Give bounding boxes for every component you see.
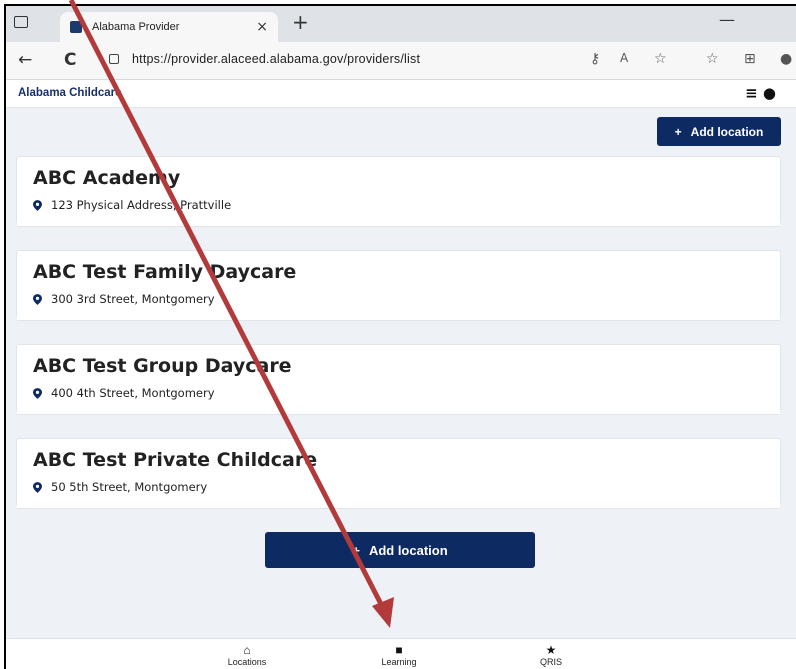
nav-label: QRIS — [539, 657, 562, 667]
back-button[interactable]: ← — [18, 50, 32, 70]
location-address: 400 4th Street, Montgomery — [33, 386, 215, 400]
location-name: ABC Test Group Daycare — [33, 355, 292, 377]
key-icon[interactable]: ⚷ — [590, 51, 600, 67]
read-aloud-icon[interactable]: A — [620, 51, 628, 65]
favicon-icon — [70, 21, 82, 33]
address-text: 400 4th Street, Montgomery — [51, 386, 215, 400]
location-card[interactable]: ABC Test Private Childcare 50 5th Street… — [16, 438, 781, 509]
nav-label: Learning — [381, 657, 417, 667]
reload-button[interactable]: C — [64, 50, 76, 70]
location-name: ABC Test Private Childcare — [33, 449, 318, 471]
home-icon: ⌂ — [243, 643, 251, 657]
tab-title: Alabama Provider — [92, 21, 180, 33]
bottom-nav: ⌂ Locations ■ Learning ★ QRIS — [6, 638, 796, 669]
nav-label: Locations — [227, 657, 267, 667]
add-location-label: Add location — [690, 124, 764, 139]
add-location-button-bottom[interactable]: + Add location — [265, 532, 535, 568]
address-text: 300 3rd Street, Montgomery — [51, 292, 215, 306]
new-tab-button[interactable]: + — [292, 10, 309, 34]
location-card[interactable]: ABC Test Family Daycare 300 3rd Street, … — [16, 250, 781, 321]
add-location-button-top[interactable]: + Add location — [657, 117, 781, 146]
map-pin-icon — [33, 481, 42, 493]
map-pin-icon — [33, 387, 42, 399]
location-address: 50 5th Street, Montgomery — [33, 480, 207, 494]
add-location-label: Add location — [368, 542, 448, 558]
app-header: Alabama Childcare ≡ ● — [6, 80, 796, 108]
map-pin-icon — [33, 293, 42, 305]
location-name: ABC Test Family Daycare — [33, 261, 297, 283]
star-icon: ★ — [545, 643, 557, 657]
favorite-icon[interactable]: ☆ — [654, 51, 667, 67]
plus-icon: + — [674, 124, 682, 139]
menu-account-icon[interactable]: ≡ ● — [745, 84, 776, 102]
location-address: 123 Physical Address, Prattville — [33, 198, 231, 212]
location-name: ABC Academy — [33, 167, 181, 189]
close-tab-icon[interactable]: × — [256, 19, 268, 35]
tab-actions-icon[interactable] — [14, 16, 28, 28]
tab-alabama-provider[interactable]: Alabama Provider × — [60, 12, 278, 42]
url-field[interactable]: https://provider.alaceed.alabama.gov/pro… — [132, 52, 420, 66]
favorites-bar-icon[interactable]: ☆ — [706, 51, 719, 67]
location-card[interactable]: ABC Academy 123 Physical Address, Prattv… — [16, 156, 781, 227]
profile-icon[interactable]: ● — [780, 51, 792, 67]
lock-icon — [109, 54, 119, 64]
nav-locations[interactable]: ⌂ Locations — [202, 643, 292, 667]
brand-title: Alabama Childcare — [18, 87, 122, 99]
location-card[interactable]: ABC Test Group Daycare 400 4th Street, M… — [16, 344, 781, 415]
minimize-button[interactable]: — — [719, 10, 735, 29]
collections-icon[interactable]: ⊞ — [744, 51, 756, 67]
browser-window: Alabama Provider × + — ← C https://provi… — [4, 4, 796, 669]
address-text: 123 Physical Address, Prattville — [51, 198, 232, 212]
address-text: 50 5th Street, Montgomery — [51, 480, 208, 494]
nav-learning[interactable]: ■ Learning — [354, 643, 444, 667]
map-pin-icon — [33, 199, 42, 211]
plus-icon: + — [352, 542, 360, 558]
book-icon: ■ — [395, 643, 403, 657]
nav-qris[interactable]: ★ QRIS — [506, 643, 596, 667]
address-bar: ← C https://provider.alaceed.alabama.gov… — [6, 42, 796, 80]
tab-bar: Alabama Provider × + — — [6, 6, 796, 42]
location-address: 300 3rd Street, Montgomery — [33, 292, 215, 306]
